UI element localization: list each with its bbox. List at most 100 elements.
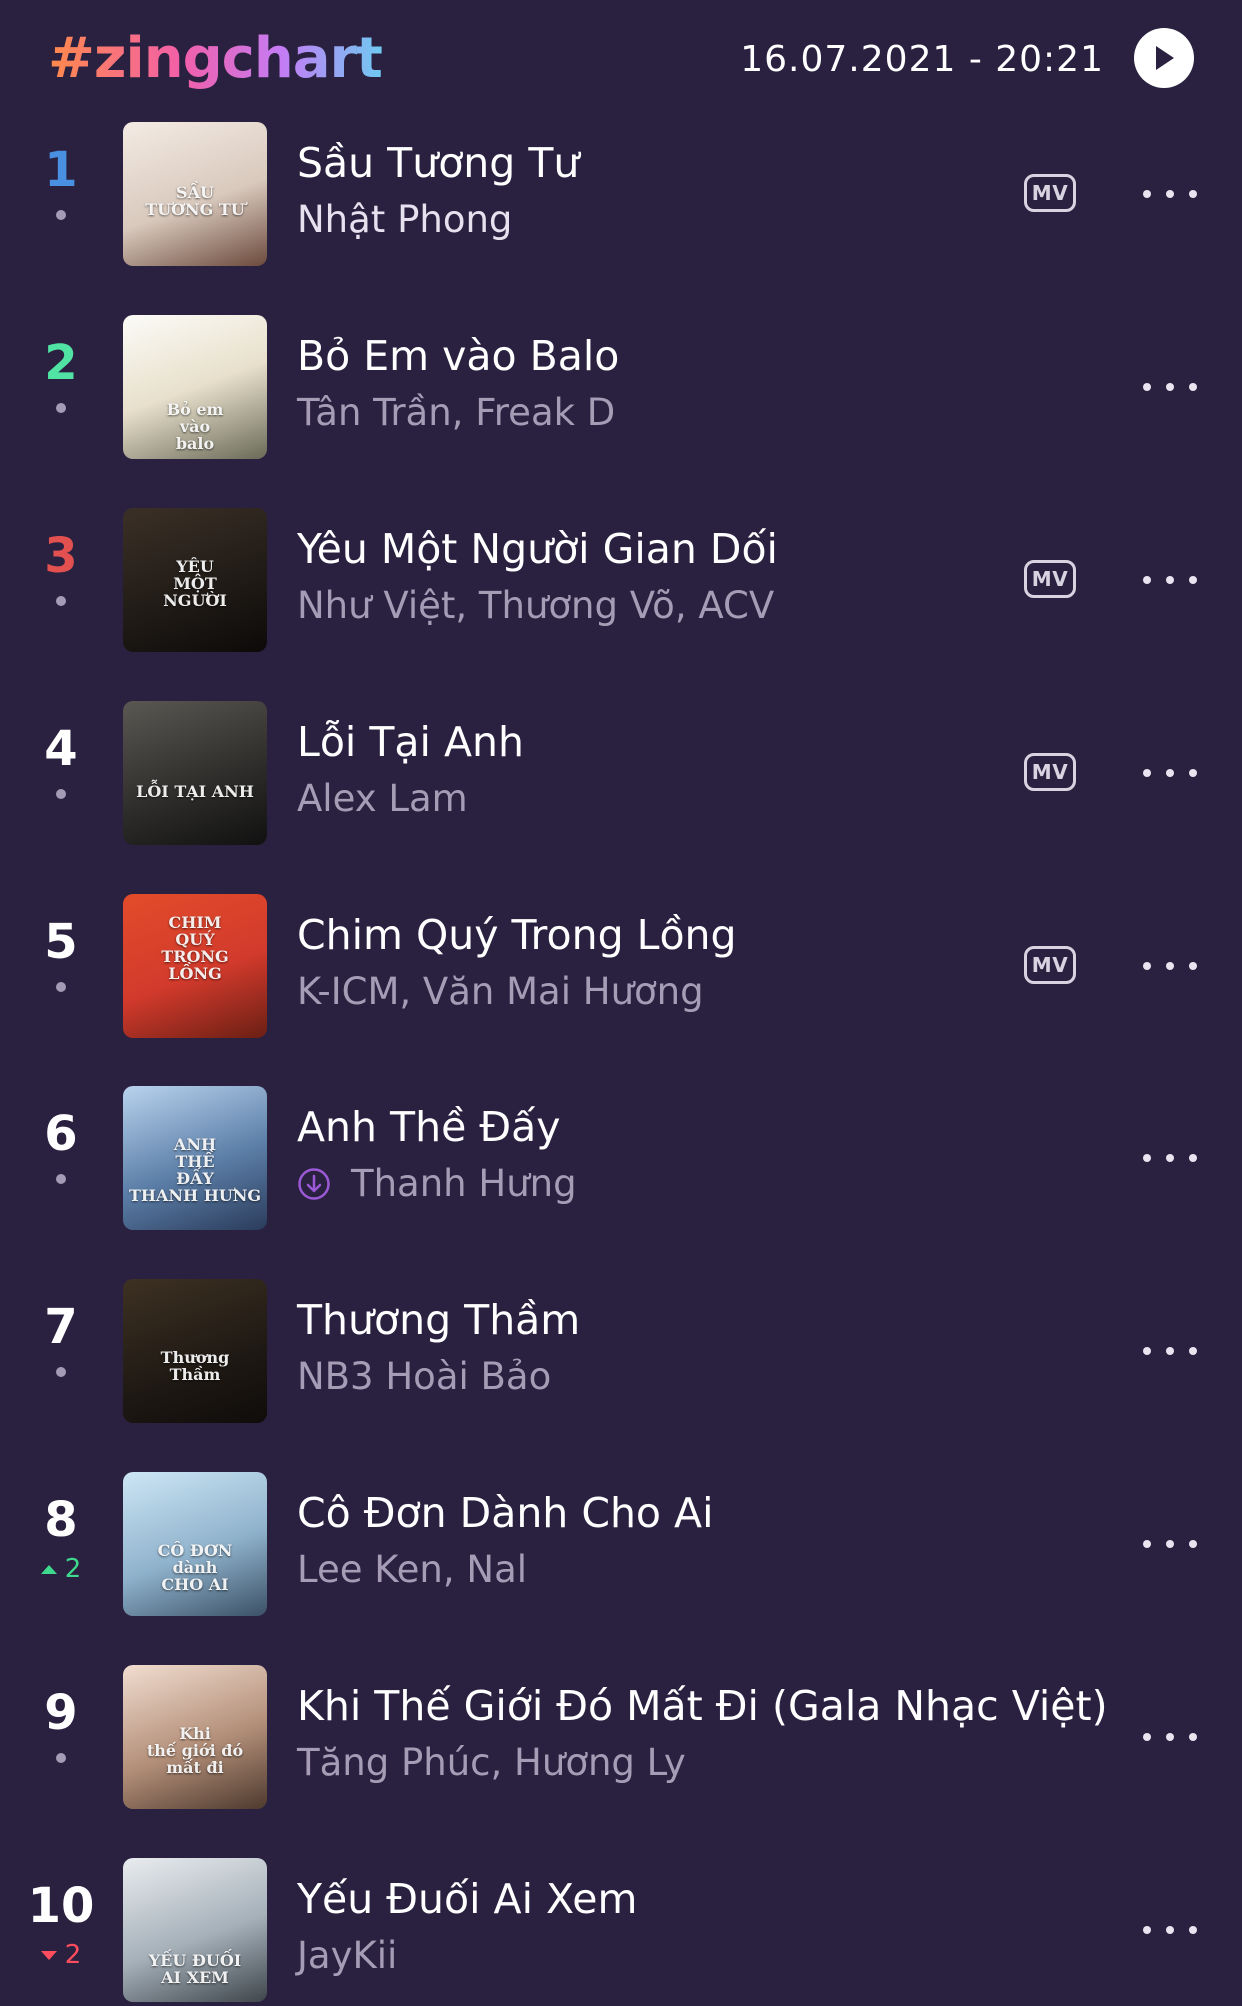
song-title[interactable]: Lỗi Tại Anh: [297, 713, 1057, 771]
song-title[interactable]: Chim Quý Trong Lồng: [297, 906, 1057, 964]
song-title[interactable]: Thương Thầm: [297, 1291, 1057, 1349]
rank-number: 7: [44, 1299, 78, 1355]
album-cover[interactable]: YÊU MỘT NGƯỜI: [123, 508, 267, 652]
song-title[interactable]: Cô Đơn Dành Cho Ai: [297, 1484, 1057, 1542]
more-options-icon[interactable]: [1143, 1138, 1197, 1178]
album-cover[interactable]: CHIM QUÝ TRONG LỒNG: [123, 894, 267, 1038]
rank-unchanged-dot: [56, 982, 66, 992]
rank-unchanged-dot: [56, 1367, 66, 1377]
song-row[interactable]: 9 Khi thế giới đó mất đi Khi Thế Giới Đó M…: [0, 1663, 1242, 1813]
artist-name: Nhật Phong: [297, 198, 513, 241]
song-title[interactable]: Yêu Một Người Gian Dối: [297, 520, 1057, 578]
rank-change-value: 2: [64, 1940, 82, 1970]
cover-artwork-text: YÊU MỘT NGƯỜI: [163, 557, 227, 610]
album-cover[interactable]: Khi thế giới đó mất đi: [123, 1665, 267, 1809]
zingchart-logo[interactable]: #zingchart: [48, 24, 383, 94]
song-artist[interactable]: NB3 Hoài Bảo: [297, 1349, 1057, 1405]
mv-button[interactable]: MV: [1024, 174, 1076, 212]
rank-indicator: 10 2: [20, 1878, 102, 1988]
rank-indicator: 6: [20, 1106, 102, 1216]
song-row[interactable]: 5 CHIM QUÝ TRONG LỒNG Chim Quý Trong Lồng K…: [0, 892, 1242, 1042]
more-options-icon[interactable]: [1143, 560, 1197, 600]
song-artist[interactable]: Như Việt, Thương Võ, ACV: [297, 578, 1057, 634]
more-options-icon[interactable]: [1143, 1910, 1197, 1950]
song-info: Khi Thế Giới Đó Mất Đi (Gala Nhạc Việt) T…: [297, 1677, 1108, 1791]
artist-name: Alex Lam: [297, 777, 468, 820]
downloaded-icon: [298, 1168, 330, 1200]
song-row[interactable]: 8 2 CÔ ĐƠN dành CHO AI Cô Đơn Dành Cho Ai Le…: [0, 1470, 1242, 1620]
song-artist[interactable]: Lee Ken, Nal: [297, 1542, 1057, 1598]
dot: [1143, 576, 1151, 584]
dot: [1166, 769, 1174, 777]
song-row[interactable]: 6 ANH THỀ ĐẤY THANH HƯNG Anh Thề Đấy Thanh …: [0, 1084, 1242, 1234]
song-row[interactable]: 1 SẦU TƯƠNG TƯ Sầu Tương Tư Nhật Phong MV: [0, 120, 1242, 270]
song-info: Yếu Đuối Ai Xem JayKii: [297, 1870, 1057, 1984]
play-all-button[interactable]: [1134, 28, 1194, 88]
more-options-icon[interactable]: [1143, 367, 1197, 407]
dot: [1166, 962, 1174, 970]
song-row[interactable]: 4 LỖI TẠI ANH Lỗi Tại Anh Alex Lam MV: [0, 699, 1242, 849]
song-artist[interactable]: K-ICM, Văn Mai Hương: [297, 964, 1057, 1020]
album-cover[interactable]: ANH THỀ ĐẤY THANH HƯNG: [123, 1086, 267, 1230]
rank-unchanged-dot: [56, 1753, 66, 1763]
song-artist[interactable]: Tăng Phúc, Hương Ly: [297, 1735, 1057, 1791]
more-options-icon[interactable]: [1143, 946, 1197, 986]
artist-name: Như Việt, Thương Võ, ACV: [297, 584, 775, 627]
more-options-icon[interactable]: [1143, 1717, 1197, 1757]
artist-name: K-ICM, Văn Mai Hương: [297, 970, 704, 1013]
cover-artwork-text: ANH THỀ ĐẤY THANH HƯNG: [128, 1135, 262, 1205]
cover-artwork-text: Thương Thầm: [160, 1348, 230, 1384]
song-title[interactable]: Sầu Tương Tư: [297, 134, 1057, 192]
song-artist[interactable]: Nhật Phong: [297, 192, 1057, 248]
album-cover[interactable]: YẾU ĐUỐI AI XEM: [123, 1858, 267, 2002]
dot: [1189, 1540, 1197, 1548]
dot: [1189, 769, 1197, 777]
rank-change-up: 2: [20, 1554, 102, 1584]
rank-unchanged-dot: [56, 1174, 66, 1184]
artist-name: Tân Trần, Freak D: [297, 391, 616, 434]
album-cover[interactable]: SẦU TƯƠNG TƯ: [123, 122, 267, 266]
song-row[interactable]: 3 YÊU MỘT NGƯỜI Yêu Một Người Gian Dối Như …: [0, 506, 1242, 656]
song-row[interactable]: 7 Thương Thầm Thương Thầm NB3 Hoài Bảo: [0, 1277, 1242, 1427]
artist-name: NB3 Hoài Bảo: [297, 1355, 552, 1398]
song-title[interactable]: Bỏ Em vào Balo: [297, 327, 1057, 385]
album-cover[interactable]: Bỏ em vào balo: [123, 315, 267, 459]
cover-artwork-text: CÔ ĐƠN dành CHO AI: [157, 1541, 233, 1594]
song-title[interactable]: Khi Thế Giới Đó Mất Đi (Gala Nhạc Việt): [297, 1677, 1108, 1735]
song-artist[interactable]: Alex Lam: [297, 771, 1057, 827]
song-row[interactable]: 10 2 YẾU ĐUỐI AI XEM Yếu Đuối Ai Xem JayKii: [0, 1856, 1242, 2006]
song-info: Yêu Một Người Gian Dối Như Việt, Thương V…: [297, 520, 1057, 634]
cover-artwork-text: SẦU TƯƠNG TƯ: [145, 183, 245, 219]
song-info: Thương Thầm NB3 Hoài Bảo: [297, 1291, 1057, 1405]
dot: [1166, 1733, 1174, 1741]
song-artist[interactable]: JayKii: [297, 1928, 1057, 1984]
dot: [1143, 383, 1151, 391]
cover-artwork-text: Khi thế giới đó mất đi: [146, 1724, 244, 1777]
song-title[interactable]: Anh Thề Đấy: [297, 1098, 1057, 1156]
song-row[interactable]: 2 Bỏ em vào balo Bỏ Em vào Balo Tân Trần, F…: [0, 313, 1242, 463]
album-cover[interactable]: CÔ ĐƠN dành CHO AI: [123, 1472, 267, 1616]
album-cover[interactable]: LỖI TẠI ANH: [123, 701, 267, 845]
dot: [1143, 1347, 1151, 1355]
mv-button[interactable]: MV: [1024, 753, 1076, 791]
dot: [1143, 769, 1151, 777]
mv-button[interactable]: MV: [1024, 946, 1076, 984]
mv-button[interactable]: MV: [1024, 560, 1076, 598]
more-options-icon[interactable]: [1143, 753, 1197, 793]
more-options-icon[interactable]: [1143, 1331, 1197, 1371]
rank-indicator: 3: [20, 528, 102, 638]
rank-indicator: 2: [20, 335, 102, 445]
dot: [1166, 190, 1174, 198]
play-icon: [1156, 46, 1174, 70]
more-options-icon[interactable]: [1143, 174, 1197, 214]
rank-number: 3: [44, 528, 78, 584]
rank-unchanged-dot: [56, 789, 66, 799]
dot: [1189, 1926, 1197, 1934]
song-info: Bỏ Em vào Balo Tân Trần, Freak D: [297, 327, 1057, 441]
song-artist[interactable]: Tân Trần, Freak D: [297, 385, 1057, 441]
dot: [1189, 190, 1197, 198]
song-artist[interactable]: Thanh Hưng: [297, 1156, 1057, 1212]
song-title[interactable]: Yếu Đuối Ai Xem: [297, 1870, 1057, 1928]
more-options-icon[interactable]: [1143, 1524, 1197, 1564]
album-cover[interactable]: Thương Thầm: [123, 1279, 267, 1423]
